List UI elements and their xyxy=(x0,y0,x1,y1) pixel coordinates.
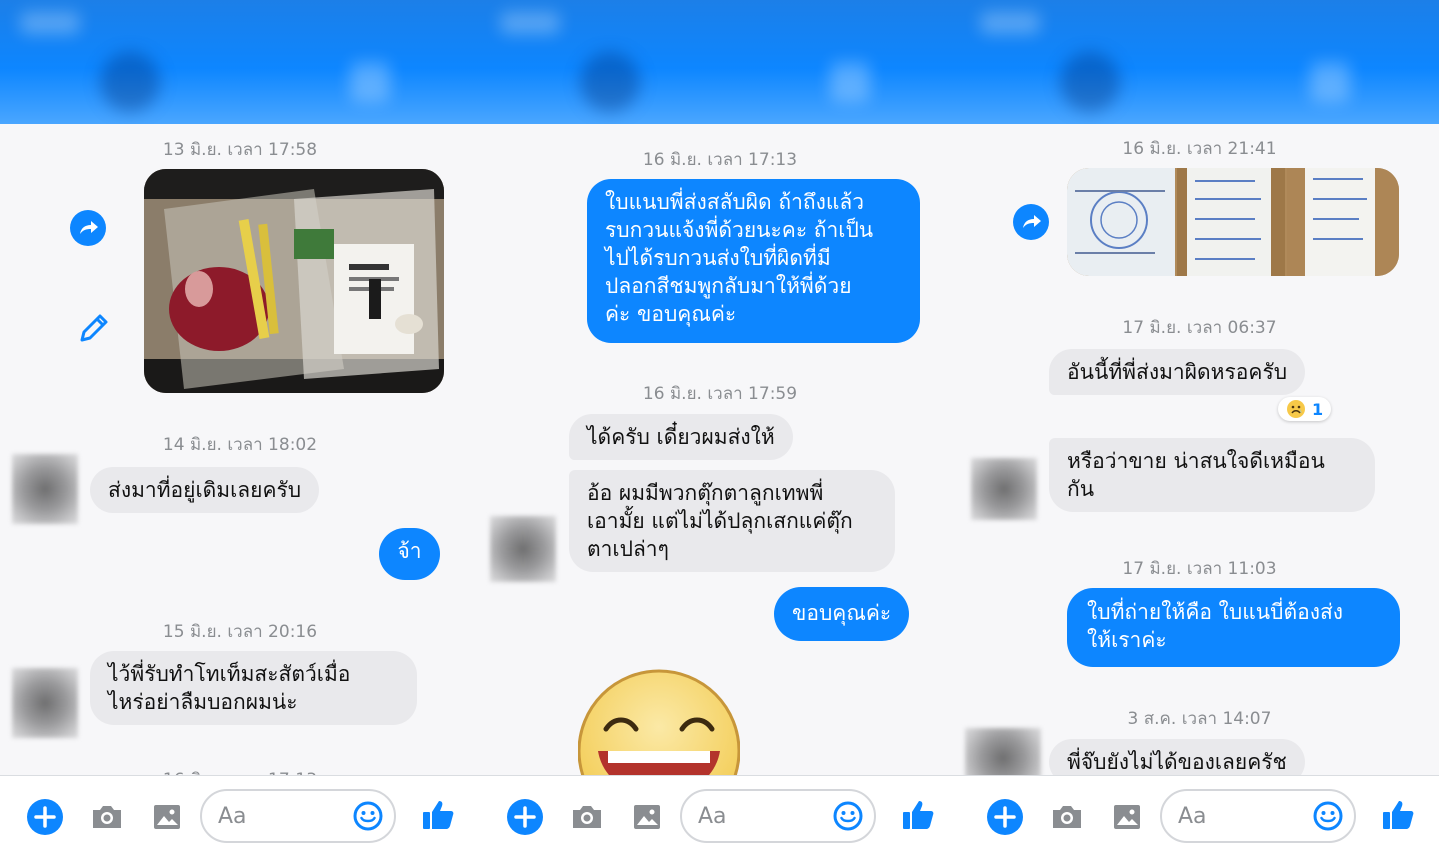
message-line: หรือว่าขาย น่าสนใจดีเหมือน xyxy=(1067,449,1325,473)
header-action[interactable] xyxy=(830,62,870,102)
composer-bar: Aa xyxy=(0,775,480,854)
emoji-icon[interactable] xyxy=(352,800,384,832)
timestamp: 13 มิ.ย. เวลา 17:58 xyxy=(162,140,318,160)
sad-emoji-icon xyxy=(1287,400,1305,418)
header-bar xyxy=(480,0,960,124)
reaction-count: 1 xyxy=(1312,399,1324,419)
message-input[interactable]: Aa xyxy=(1160,789,1356,843)
input-placeholder: Aa xyxy=(218,804,247,829)
message-line: ไปได้รบกวนส่งใบที่ผิดที่มี xyxy=(605,246,831,270)
camera-icon[interactable] xyxy=(568,798,606,836)
message-line: ให้เราค่ะ xyxy=(1087,628,1167,652)
incoming-message[interactable]: ไว้พี่รับทำโทเท็มสะสัตว์เมื่อ ไหร่อย่าลื… xyxy=(90,651,417,725)
avatar[interactable] xyxy=(490,516,556,582)
message-line: กัน xyxy=(1067,477,1095,501)
message-input[interactable]: Aa xyxy=(680,789,876,843)
laughing-emoji-sticker[interactable] xyxy=(578,669,740,775)
avatar[interactable] xyxy=(12,668,78,738)
message-line: เอามั้ย แต่ไม่ได้ปลุกเสกแค่ตุ๊ก xyxy=(587,509,853,533)
image-icon[interactable] xyxy=(628,798,666,836)
outgoing-message[interactable]: ใบที่ถ่ายให้คือ ใบแนบี่ต้องส่ง ให้เราค่ะ xyxy=(1067,588,1400,667)
plus-icon[interactable] xyxy=(26,798,64,836)
message-line: ไหร่อย่าลืมบอกผมน่ะ xyxy=(108,690,298,714)
chat-panel-3: 16 มิ.ย. เวลา 21:41 17 มิ.ย. เวลา 06:37 … xyxy=(960,0,1439,854)
avatar[interactable] xyxy=(971,458,1037,520)
status-bar-blur xyxy=(20,12,80,34)
plus-icon[interactable] xyxy=(986,798,1024,836)
edit-icon[interactable] xyxy=(76,310,112,346)
shared-photo[interactable] xyxy=(144,169,444,393)
reaction-badge[interactable]: 1 xyxy=(1278,397,1332,421)
header-avatar[interactable] xyxy=(580,52,640,112)
screenshots-collage: 13 มิ.ย. เวลา 17:58 14 มิ.ย. เวลา 18:02 … xyxy=(0,0,1439,854)
message-line: ปลอกสีชมพูกลับมาให้พี่ด้วย xyxy=(605,274,852,298)
shared-photo-group[interactable] xyxy=(1067,168,1399,276)
chat-panel-1: 13 มิ.ย. เวลา 17:58 14 มิ.ย. เวลา 18:02 … xyxy=(0,0,480,854)
incoming-message[interactable]: พี่จ๊บยังไม่ได้ของเลยครัช xyxy=(1049,739,1305,775)
photo-content xyxy=(144,169,444,393)
incoming-message[interactable]: หรือว่าขาย น่าสนใจดีเหมือน กัน xyxy=(1049,438,1375,512)
image-icon[interactable] xyxy=(148,798,186,836)
timestamp: 16 มิ.ย. เวลา 17:59 xyxy=(642,384,798,404)
message-list[interactable]: 13 มิ.ย. เวลา 17:58 14 มิ.ย. เวลา 18:02 … xyxy=(0,124,480,775)
incoming-message[interactable]: ได้ครับ เดี๋ยวผมส่งให้ xyxy=(569,414,793,460)
incoming-message[interactable]: อันนี้ที่พี่ส่งมาผิดหรอครับ xyxy=(1049,349,1306,395)
message-line: รบกวนแจ้งพี่ด้วยนะคะ ถ้าเป็น xyxy=(605,218,874,242)
incoming-message[interactable]: อ้อ ผมมีพวกตุ๊กตาลูกเทพพี่ เอามั้ย แต่ไม… xyxy=(569,470,895,572)
forward-icon[interactable] xyxy=(1013,204,1049,240)
emoji-icon[interactable] xyxy=(1312,800,1344,832)
header-bar xyxy=(0,0,480,124)
header-action[interactable] xyxy=(1310,62,1350,102)
image-icon[interactable] xyxy=(1108,798,1146,836)
message-line: ใบที่ถ่ายให้คือ ใบแนบี่ต้องส่ง xyxy=(1087,600,1344,624)
photo-content xyxy=(1067,168,1399,276)
camera-icon[interactable] xyxy=(88,798,126,836)
message-line: ไว้พี่รับทำโทเท็มสะสัตว์เมื่อ xyxy=(108,662,351,686)
header-action[interactable] xyxy=(350,62,390,102)
timestamp: 17 มิ.ย. เวลา 11:03 xyxy=(1122,559,1277,579)
message-list[interactable]: 16 มิ.ย. เวลา 21:41 17 มิ.ย. เวลา 06:37 … xyxy=(960,124,1439,775)
outgoing-message[interactable]: ขอบคุณค่ะ xyxy=(774,587,910,641)
status-bar-blur xyxy=(980,12,1040,34)
thumbs-up-icon[interactable] xyxy=(900,796,938,834)
message-input[interactable]: Aa xyxy=(200,789,396,843)
timestamp: 16 มิ.ย. เวลา 17:13 xyxy=(642,150,798,170)
message-line: ใบแนบพี่ส่งสลับผิด ถ้าถึงแล้ว xyxy=(605,190,865,214)
message-line: ตาเปล่าๆ xyxy=(587,537,669,561)
thumbs-up-icon[interactable] xyxy=(1380,796,1418,834)
message-line: อ้อ ผมมีพวกตุ๊กตาลูกเทพพี่ xyxy=(587,481,824,505)
status-bar-blur xyxy=(500,12,560,34)
header-avatar[interactable] xyxy=(100,52,160,112)
input-placeholder: Aa xyxy=(698,804,727,829)
emoji-icon[interactable] xyxy=(832,800,864,832)
forward-icon[interactable] xyxy=(70,210,106,246)
header-avatar[interactable] xyxy=(1060,52,1120,112)
outgoing-message[interactable]: จ้า xyxy=(379,528,440,580)
message-list[interactable]: 16 มิ.ย. เวลา 17:13 ใบแนบพี่ส่งสลับผิด ถ… xyxy=(480,124,960,775)
chat-panel-2: 16 มิ.ย. เวลา 17:13 ใบแนบพี่ส่งสลับผิด ถ… xyxy=(480,0,960,854)
header-bar xyxy=(960,0,1439,124)
avatar[interactable] xyxy=(965,728,1041,775)
incoming-message[interactable]: ส่งมาที่อยู่เดิมเลยครับ xyxy=(90,467,320,513)
message-line: ค่ะ ขอบคุณค่ะ xyxy=(605,302,737,326)
camera-icon[interactable] xyxy=(1048,798,1086,836)
timestamp: 16 มิ.ย. เวลา 17:13 xyxy=(0,766,480,775)
input-placeholder: Aa xyxy=(1178,804,1207,829)
timestamp: 16 มิ.ย. เวลา 21:41 xyxy=(1122,139,1277,159)
outgoing-message[interactable]: ใบแนบพี่ส่งสลับผิด ถ้าถึงแล้ว รบกวนแจ้งพ… xyxy=(587,179,920,343)
plus-icon[interactable] xyxy=(506,798,544,836)
thumbs-up-icon[interactable] xyxy=(420,796,458,834)
composer-bar: Aa xyxy=(480,775,960,854)
timestamp: 17 มิ.ย. เวลา 06:37 xyxy=(1122,318,1277,338)
avatar[interactable] xyxy=(12,454,78,524)
timestamp: 15 มิ.ย. เวลา 20:16 xyxy=(162,622,318,642)
composer-bar: Aa xyxy=(960,775,1439,854)
